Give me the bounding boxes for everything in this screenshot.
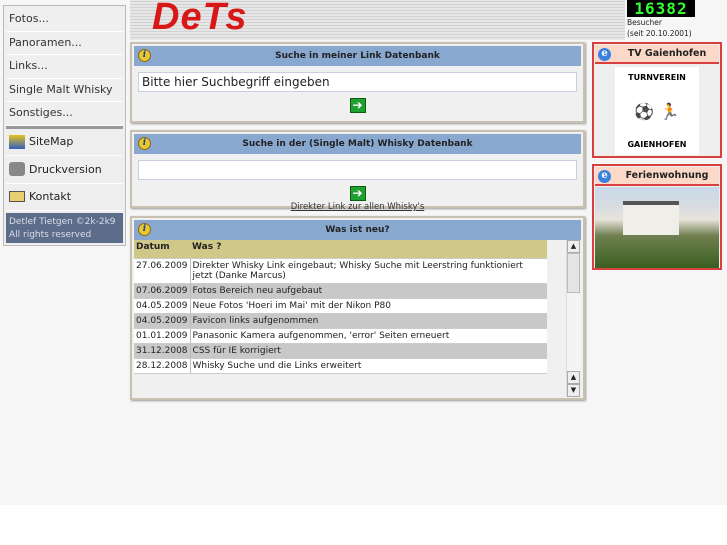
scroll-down-icon[interactable]: ▼ — [567, 384, 580, 397]
ie-icon: e — [598, 48, 611, 61]
panel-header: i Was ist neu? — [134, 220, 581, 240]
table-row: 04.05.2009 Neue Fotos 'Hoeri im Mai' mit … — [134, 298, 547, 314]
site-logo: DeTs — [152, 0, 248, 38]
news-scrollbar[interactable]: ▲ ▲ ▼ — [566, 240, 580, 397]
tv-logo-text: GAIENHOFEN — [627, 140, 687, 149]
row-text: Direkter Whisky Link eingebaut; Whisky S… — [190, 258, 547, 284]
scroll-up-icon[interactable]: ▲ — [567, 371, 580, 384]
table-row: 04.05.2009 Favicon links aufgenommen — [134, 313, 547, 329]
news-panel: i Was ist neu? Datum Was ? 27.06.2009 Direk… — [130, 216, 585, 400]
table-row: 07.06.2009 Fotos Bereich neu aufgebaut — [134, 283, 547, 299]
table-row: 01.01.2009 Panasonic Kamera aufgenommen, … — [134, 328, 547, 344]
row-text: Favicon links aufgenommen — [190, 313, 547, 329]
nav-links[interactable]: Links... — [6, 55, 123, 79]
scroll-thumb[interactable] — [567, 253, 580, 293]
printer-icon — [9, 162, 25, 177]
row-date: 04.05.2009 — [134, 298, 191, 314]
info-icon: i — [138, 49, 151, 62]
nav-sitemap[interactable]: SiteMap — [6, 129, 123, 156]
link-search-go-button[interactable]: ➔ — [349, 98, 366, 113]
envelope-icon — [9, 191, 25, 203]
panel-title: Suche in der (Single Malt) Whisky Datenb… — [242, 139, 473, 149]
nav-whisky[interactable]: Single Malt Whisky — [6, 78, 123, 102]
row-text: Fotos Bereich neu aufgebaut — [190, 283, 547, 299]
house-photo — [595, 187, 719, 268]
row-date: 07.06.2009 — [134, 283, 191, 299]
row-text: Whisky Suche und die Links erweitert — [190, 358, 547, 374]
scroll-up-icon[interactable]: ▲ — [567, 240, 580, 253]
copyright-line: Detlef Tietgen ©2k-2k9 — [9, 217, 116, 227]
tv-gaienhofen-box[interactable]: e TV Gaienhofen TURNVEREIN ⚽ 🏃 GAIENHOFEN — [592, 42, 722, 158]
nav-panoramen[interactable]: Panoramen... — [6, 31, 123, 55]
nav-sitemap-label: SiteMap — [29, 135, 74, 149]
nav-druckversion[interactable]: Druckversion — [6, 156, 123, 184]
link-search-input[interactable]: Bitte hier Suchbegriff eingeben — [138, 72, 577, 92]
tv-logo: TURNVEREIN ⚽ 🏃 GAIENHOFEN — [615, 67, 699, 155]
ie-icon: e — [598, 170, 611, 183]
nav-kontakt[interactable]: Kontakt — [6, 184, 123, 211]
all-whiskys-link[interactable]: Direkter Link zur allen Whisky's — [132, 202, 583, 212]
box-header: eFerienwohnung Weber — [595, 167, 719, 199]
panel-title: Suche in meiner Link Datenbank — [275, 51, 440, 61]
row-date: 01.01.2009 — [134, 328, 191, 344]
table-row: 31.12.2008 CSS für IE korrigiert — [134, 343, 547, 359]
nav-kontakt-label: Kontakt — [29, 190, 72, 204]
whisky-search-panel: i Suche in der (Single Malt) Whisky Daten… — [130, 130, 585, 212]
counter-since: (seit 20.10.2001) — [627, 29, 692, 38]
sidebar-nav: Fotos... Panoramen... Links... Single Ma… — [3, 5, 126, 246]
panel-title: Was ist neu? — [325, 225, 390, 235]
nav-fotos[interactable]: Fotos... — [6, 8, 123, 32]
box-title: TV Gaienhofen — [627, 48, 707, 59]
tv-logo-text: TURNVEREIN — [628, 73, 686, 82]
info-icon: i — [138, 223, 151, 236]
nav-druckversion-label: Druckversion — [29, 162, 102, 176]
nav-sonstiges[interactable]: Sonstiges... — [6, 102, 123, 126]
whisky-search-go-button[interactable]: ➔ — [349, 186, 366, 201]
row-text: Panasonic Kamera aufgenommen, 'error' Se… — [190, 328, 547, 344]
table-row: 28.12.2008 Whisky Suche und die Links erw… — [134, 358, 547, 374]
site-logo-banner[interactable]: DeTs — [130, 0, 625, 40]
copyright: Detlef Tietgen ©2k-2k9 All rights reserve… — [6, 213, 123, 243]
info-icon: i — [138, 137, 151, 150]
row-text: CSS für IE korrigiert — [190, 343, 547, 359]
news-table-wrap: Datum Was ? 27.06.2009 Direkter Whisky Lin… — [134, 240, 581, 374]
link-search-panel: i Suche in meiner Link Datenbank Bitte hi… — [130, 42, 585, 123]
ferienwohnung-box[interactable]: eFerienwohnung Weber — [592, 164, 722, 270]
row-date: 27.06.2009 — [134, 258, 191, 284]
box-header: e TV Gaienhofen — [595, 45, 719, 64]
visitor-counter: 16382 — [627, 0, 695, 17]
row-date: 04.05.2009 — [134, 313, 191, 329]
counter-label: Besucher — [627, 18, 662, 27]
whisky-search-input[interactable] — [138, 160, 577, 180]
col-date: Datum — [134, 240, 191, 259]
row-date: 28.12.2008 — [134, 358, 191, 374]
panel-header: i Suche in meiner Link Datenbank — [134, 46, 581, 66]
col-what: Was ? — [190, 240, 547, 259]
panel-header: i Suche in der (Single Malt) Whisky Daten… — [134, 134, 581, 154]
row-date: 31.12.2008 — [134, 343, 191, 359]
news-table: Datum Was ? 27.06.2009 Direkter Whisky Lin… — [134, 240, 547, 374]
table-row: 27.06.2009 Direkter Whisky Link eingebaut… — [134, 258, 547, 284]
sitemap-icon — [9, 134, 25, 149]
rights-line: All rights reserved — [9, 230, 92, 240]
row-text: Neue Fotos 'Hoeri im Mai' mit der Nikon … — [190, 298, 547, 314]
